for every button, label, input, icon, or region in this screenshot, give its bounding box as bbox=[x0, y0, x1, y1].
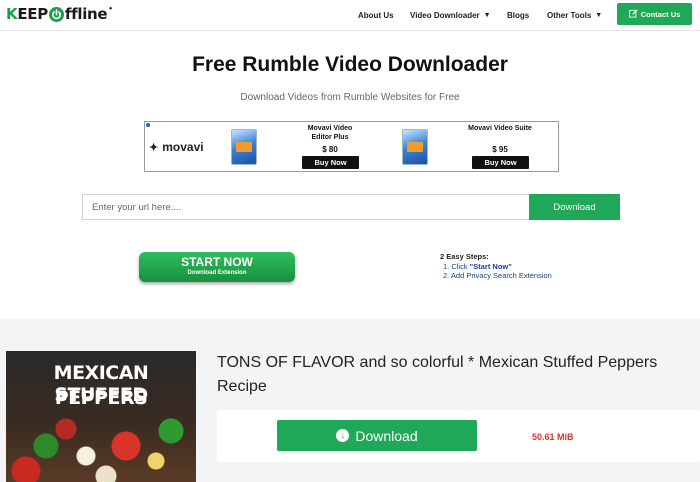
nav-video-downloader-label: Video Downloader bbox=[410, 10, 480, 20]
ad-product-price: $ 80 bbox=[322, 145, 338, 154]
url-input[interactable] bbox=[82, 194, 530, 220]
edit-icon bbox=[628, 8, 638, 20]
site-header: K EEP ffline • About Us Video Downloader ▼ … bbox=[0, 0, 700, 31]
start-now-sublabel: Download Extension bbox=[187, 270, 247, 276]
site-logo[interactable]: K EEP ffline • bbox=[6, 5, 113, 23]
page: K EEP ffline • About Us Video Downloader ▼ … bbox=[0, 0, 700, 482]
nav-blogs[interactable]: Blogs bbox=[507, 0, 529, 30]
step-1-link[interactable]: "Start Now" bbox=[470, 262, 512, 271]
file-size: 50.61 MiB bbox=[532, 432, 574, 442]
movavi-brand-text: movavi bbox=[162, 140, 204, 154]
ad-product-name: Movavi Video Suite bbox=[468, 125, 532, 132]
page-subtitle: Download Videos from Rumble Websites for… bbox=[240, 92, 460, 103]
nav-about-us[interactable]: About Us bbox=[358, 0, 394, 30]
start-now-label: START NOW bbox=[181, 255, 253, 269]
movavi-logo: ✦ movavi bbox=[149, 140, 204, 154]
ad-product-name: Movavi Video Editor Plus bbox=[307, 125, 353, 141]
step-item: 1. Click "Start Now" bbox=[440, 262, 552, 272]
download-arrow-icon: ↓ bbox=[336, 429, 350, 442]
ad-product-price: $ 95 bbox=[492, 145, 508, 154]
video-title: TONS OF FLAVOR and so colorful * Mexican… bbox=[217, 354, 658, 395]
thumbnail-caption: PEPPERS bbox=[54, 387, 148, 409]
chevron-down-icon: ▼ bbox=[595, 11, 603, 19]
buy-now-button[interactable]: Buy Now bbox=[472, 156, 529, 169]
logo-text-ffline: ffline bbox=[64, 5, 108, 23]
power-icon bbox=[48, 6, 64, 22]
nav-other-tools[interactable]: Other Tools ▼ bbox=[547, 0, 602, 30]
steps-heading: 2 Easy Steps: bbox=[440, 252, 489, 261]
nav-blogs-label: Blogs bbox=[507, 10, 530, 20]
product-box-image[interactable] bbox=[402, 129, 428, 165]
page-title: Free Rumble Video Downloader bbox=[192, 53, 508, 76]
ad-info-icon[interactable] bbox=[146, 123, 150, 127]
video-download-label: Download bbox=[355, 427, 418, 444]
product-box-image[interactable] bbox=[231, 129, 257, 165]
logo-letter-k: K bbox=[6, 5, 18, 23]
nav-other-tools-label: Other Tools bbox=[547, 10, 592, 20]
nav-video-downloader[interactable]: Video Downloader ▼ bbox=[410, 0, 491, 30]
step-item: 2. Add Privacy Search Extension bbox=[443, 271, 552, 280]
nav-about-us-label: About Us bbox=[358, 10, 394, 20]
video-download-button[interactable]: ↓ Download bbox=[277, 420, 477, 451]
buy-now-button[interactable]: Buy Now bbox=[302, 156, 359, 169]
download-button[interactable]: Download bbox=[529, 194, 620, 220]
logo-text-eep: EEP bbox=[17, 5, 48, 23]
movavi-logo-icon: ✦ bbox=[149, 141, 159, 154]
logo-mark: • bbox=[108, 5, 113, 13]
contact-us-button[interactable]: Contact Us bbox=[617, 3, 692, 25]
chevron-down-icon: ▼ bbox=[483, 11, 491, 19]
video-thumbnail[interactable]: MEXICAN STUFFED PEPPERS bbox=[6, 351, 196, 482]
ad-banner[interactable]: ✦ movavi Movavi Video Editor Plus $ 80 B… bbox=[144, 121, 559, 172]
steps-list: 2 Easy Steps: 1. Click "Start Now" 2. Ad… bbox=[440, 252, 552, 281]
step-1-prefix: 1. Click bbox=[443, 261, 470, 271]
start-now-button[interactable]: START NOW Download Extension bbox=[139, 252, 295, 282]
contact-us-label: Contact Us bbox=[640, 9, 681, 19]
